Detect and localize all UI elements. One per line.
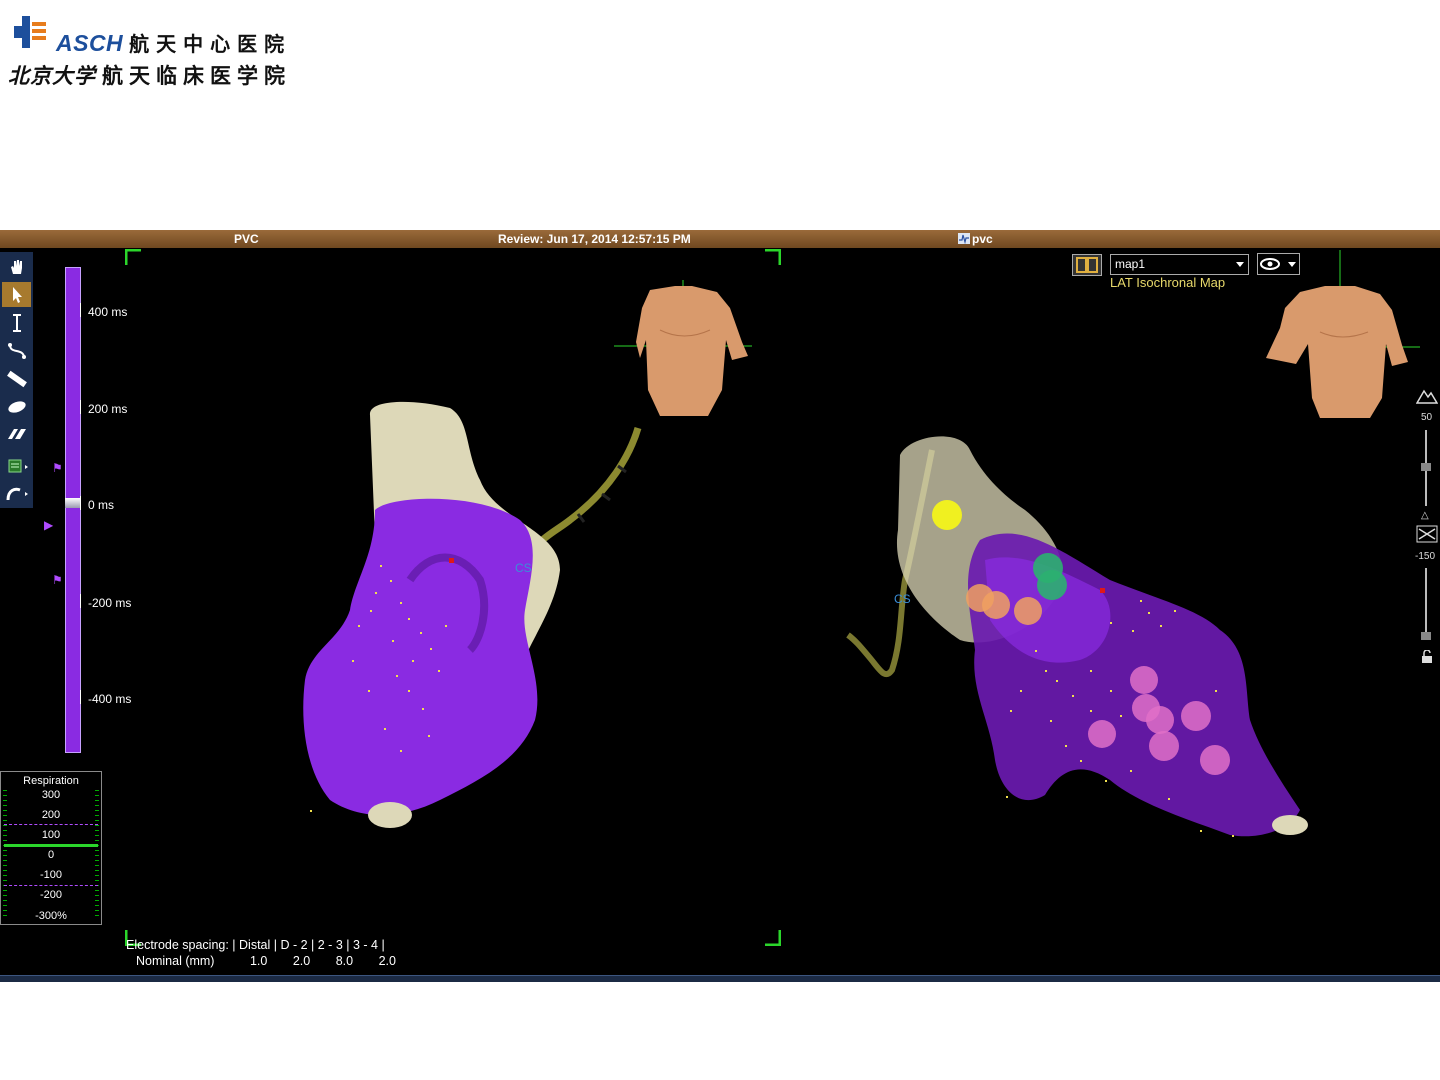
catheter-icon[interactable]	[2, 481, 31, 506]
lat-scale-zero-marker[interactable]	[65, 498, 81, 508]
tag-marker[interactable]	[932, 500, 962, 530]
study-name: PVC	[234, 232, 259, 246]
catheter-shaft[interactable]	[535, 426, 642, 547]
hand-icon[interactable]	[2, 254, 31, 279]
tag-marker[interactable]	[1149, 731, 1179, 761]
hospital-logo-icon	[14, 16, 46, 48]
ruler-icon[interactable]	[2, 366, 31, 391]
lat-color-scale[interactable]	[65, 267, 81, 753]
mountain-icon[interactable]	[1415, 388, 1439, 407]
tag-marker[interactable]	[1200, 745, 1230, 775]
pointer-icon[interactable]	[2, 282, 31, 307]
waveform-icon	[958, 233, 970, 245]
scissors-icon[interactable]	[1416, 525, 1438, 546]
reference-arrow-icon[interactable]: ▶	[44, 518, 53, 532]
tag-marker[interactable]	[982, 591, 1010, 619]
cs-catheter-label: CS	[515, 561, 532, 575]
respiration-trace	[4, 844, 98, 847]
tool-palette	[0, 252, 33, 508]
respiration-value: 100	[41, 829, 61, 841]
lat-tick-label: 400 ms	[80, 303, 127, 319]
ellipse-icon[interactable]	[2, 394, 31, 419]
logo-college-name: 航天临床医学院	[102, 65, 291, 88]
logo-hospital-name: 航天中心医院	[129, 34, 292, 56]
map-file-name: pvc	[958, 232, 993, 246]
tag-marker[interactable]	[1181, 701, 1211, 731]
upper-slider-value: 50	[1421, 412, 1433, 423]
tag-marker[interactable]	[1088, 720, 1116, 748]
respiration-value: -100	[39, 869, 63, 881]
triangle-icon[interactable]: △	[1421, 510, 1429, 521]
eraser-icon[interactable]	[2, 422, 31, 447]
electrode-spacing-label: Nominal (mm)	[136, 954, 215, 968]
electrode-spacing-value: 8.0	[335, 954, 354, 968]
torso-orientation-icon[interactable]	[614, 280, 752, 416]
mapping-app-window: PVC Review: Jun 17, 2014 12:57:15 PM pvc	[0, 230, 1440, 982]
lock-icon[interactable]	[1421, 649, 1433, 667]
torso-orientation-icon[interactable]	[1266, 250, 1420, 418]
ablation-point-marker[interactable]	[449, 558, 454, 563]
activation-map-surface[interactable]	[303, 498, 538, 815]
electrode-spacing-value: 2.0	[292, 954, 311, 968]
left-3d-view[interactable]	[280, 280, 780, 840]
ablation-point-marker[interactable]	[1100, 588, 1105, 593]
tag-marker[interactable]	[1146, 706, 1174, 734]
upper-slider-thumb[interactable]	[1421, 463, 1431, 471]
electrode-spacing-value: 1.0	[249, 954, 268, 968]
respiration-lower-threshold[interactable]	[4, 885, 98, 886]
window-lower-flag-icon[interactable]: ⚑	[52, 573, 63, 587]
viewport-corner	[765, 930, 781, 946]
respiration-title: Respiration	[23, 775, 79, 787]
curve-icon[interactable]	[2, 338, 31, 363]
tag-marker[interactable]	[1014, 597, 1042, 625]
lower-threshold-slider[interactable]	[1425, 568, 1427, 638]
respiration-value: -300%	[35, 910, 67, 922]
logo-abbreviation: ASCH	[56, 30, 124, 56]
respiration-value: -200	[39, 889, 63, 901]
lower-slider-value: -150	[1415, 551, 1436, 562]
monitor-icon[interactable]	[2, 453, 31, 478]
electrode-spacing-info: Electrode spacing: | Distal | D - 2 | 2 …	[126, 937, 396, 969]
review-timestamp: Review: Jun 17, 2014 12:57:15 PM	[498, 232, 691, 246]
respiration-value: 200	[41, 809, 61, 821]
viewport-corner	[765, 249, 781, 265]
logo-university-name: 北京大学	[8, 63, 96, 88]
lat-tick-label: -400 ms	[80, 690, 131, 706]
caliper-icon[interactable]	[2, 310, 31, 335]
lat-tick-label: 0 ms	[80, 496, 114, 512]
lower-slider-thumb[interactable]	[1421, 632, 1431, 640]
hospital-logo: ASCH 航天中心医院 北京大学 航天临床医学院	[8, 10, 318, 90]
right-3d-view[interactable]	[820, 250, 1420, 890]
title-bar: PVC Review: Jun 17, 2014 12:57:15 PM pvc	[0, 230, 1440, 248]
cs-catheter-label: CS	[894, 592, 911, 606]
respiration-upper-threshold[interactable]	[4, 824, 98, 825]
lat-tick-label: 200 ms	[80, 400, 127, 416]
status-bar	[0, 975, 1440, 982]
electrode-spacing-value: 2.0	[378, 954, 396, 968]
tag-marker[interactable]	[1037, 570, 1067, 600]
window-upper-flag-icon[interactable]: ⚑	[52, 461, 63, 475]
respiration-value: 300	[41, 789, 61, 801]
lat-tick-label: -200 ms	[80, 594, 131, 610]
viewport-corner	[125, 249, 141, 265]
respiration-panel: Respiration 300 200 100 0 -100 -200 -300…	[0, 771, 102, 925]
map-file-label: pvc	[972, 232, 993, 246]
electrode-spacing-header: Electrode spacing: | Distal | D - 2 | 2 …	[126, 938, 385, 952]
respiration-value: 0	[47, 849, 55, 861]
tag-marker[interactable]	[1130, 666, 1158, 694]
